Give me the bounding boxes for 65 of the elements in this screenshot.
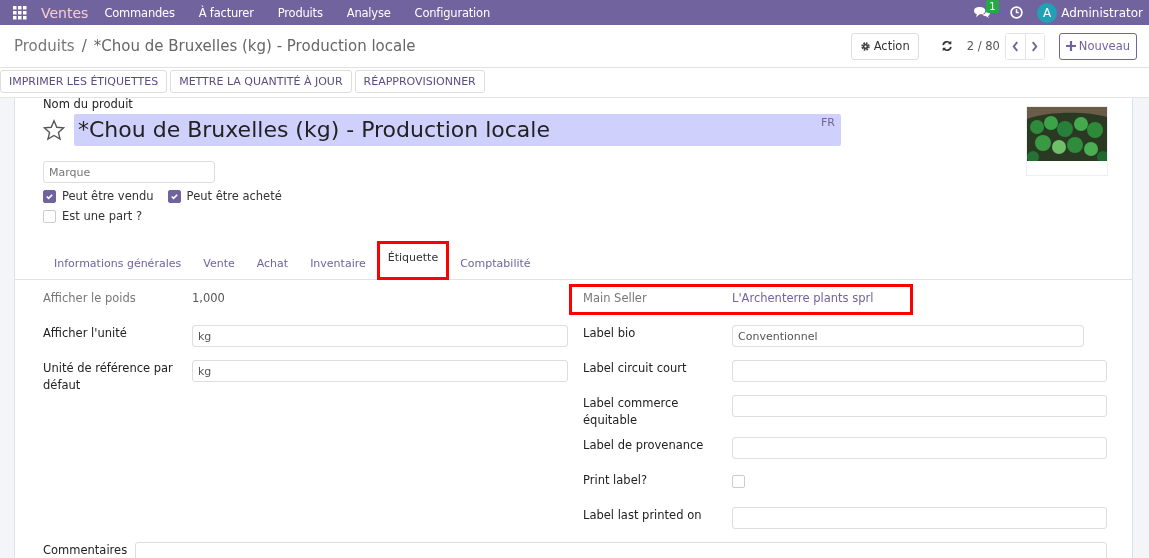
field-value: 1,000 bbox=[192, 290, 225, 307]
checkbox[interactable] bbox=[43, 189, 56, 203]
seller-link[interactable]: L'Archenterre plants sprl bbox=[732, 290, 874, 307]
checkbox-label: Est une part ? bbox=[62, 209, 143, 223]
checkbox-label: Peut être acheté bbox=[186, 189, 282, 203]
app-name[interactable]: Ventes bbox=[41, 4, 89, 21]
checkbox-label: Peut être vendu bbox=[62, 189, 154, 203]
refresh-icon[interactable] bbox=[940, 40, 953, 52]
menu-item[interactable]: À facturer bbox=[198, 5, 254, 20]
tab[interactable]: Achat bbox=[245, 249, 300, 280]
action-button[interactable]: METTRE LA QUANTITÉ À JOUR bbox=[170, 70, 352, 93]
field-label: Afficher l'unité bbox=[43, 325, 128, 342]
input-field[interactable] bbox=[732, 395, 1107, 417]
user-name[interactable]: Administrator bbox=[1061, 5, 1143, 20]
field-label: Nom du produit bbox=[43, 98, 134, 111]
field-label: Label commerce équitable bbox=[583, 395, 680, 429]
brand-field[interactable]: Marque bbox=[43, 161, 215, 183]
input-field[interactable]: kg bbox=[192, 325, 568, 347]
action-button[interactable]: IMPRIMER LES ÉTIQUETTES bbox=[0, 70, 168, 93]
field-label: Label bio bbox=[583, 325, 637, 342]
checkbox[interactable] bbox=[167, 189, 181, 203]
message-count: 1 bbox=[986, 0, 999, 13]
breadcrumb-separator: / bbox=[81, 37, 87, 55]
chevron-right-icon bbox=[1031, 40, 1039, 52]
tab[interactable]: Étiquette bbox=[376, 241, 450, 280]
menu-item[interactable]: Commandes bbox=[104, 5, 175, 20]
action-button[interactable]: RÉAPPROVISIONNER bbox=[354, 70, 485, 93]
star-icon[interactable] bbox=[43, 119, 65, 141]
field-label: Unité de référence par défaut bbox=[43, 360, 174, 394]
menu-item[interactable]: Produits bbox=[277, 5, 323, 20]
plus-icon bbox=[1065, 41, 1076, 51]
tab[interactable]: Vente bbox=[192, 249, 246, 280]
tab[interactable]: Informations générales bbox=[43, 249, 193, 280]
next-button[interactable] bbox=[1024, 33, 1044, 59]
input-field[interactable] bbox=[732, 437, 1107, 459]
input-field[interactable]: kg bbox=[192, 360, 568, 382]
input-field[interactable]: Conventionnel bbox=[732, 325, 1084, 347]
user-avatar[interactable]: A bbox=[1037, 2, 1058, 23]
field-label: Print label? bbox=[583, 472, 649, 489]
check-icon bbox=[169, 191, 179, 201]
chat-icon[interactable] bbox=[973, 6, 991, 19]
field-label: Label last printed on bbox=[583, 507, 703, 524]
menu-item[interactable]: Configuration bbox=[414, 5, 490, 20]
menu-item[interactable]: Analyse bbox=[346, 5, 391, 20]
input-field[interactable] bbox=[732, 360, 1107, 382]
breadcrumb-link[interactable]: Produits bbox=[14, 37, 75, 55]
field-label: Label de provenance bbox=[583, 437, 705, 454]
pager-value: 2 / 80 bbox=[966, 39, 1000, 53]
product-name-field[interactable]: *Chou de Bruxelles (kg) - Production locale FR bbox=[74, 114, 841, 146]
field-label: Main Seller bbox=[583, 290, 648, 307]
chevron-left-icon bbox=[1011, 40, 1019, 52]
field-label: Label circuit court bbox=[583, 360, 688, 377]
new-button[interactable]: Nouveau bbox=[1058, 32, 1137, 60]
clock-icon[interactable] bbox=[1010, 6, 1024, 19]
apps-menu-icon[interactable] bbox=[13, 5, 27, 20]
tab[interactable]: Comptabilité bbox=[449, 249, 542, 280]
tab[interactable]: Inventaire bbox=[299, 249, 377, 280]
action-button[interactable]: Action bbox=[850, 32, 919, 60]
gear-icon bbox=[859, 40, 871, 52]
check-icon bbox=[45, 191, 54, 201]
field-label: Commentaires bbox=[43, 542, 129, 558]
language-tag[interactable]: FR bbox=[821, 114, 841, 130]
input-field[interactable] bbox=[732, 507, 1107, 529]
breadcrumb-current: *Chou de Bruxelles (kg) - Production locale bbox=[93, 37, 416, 55]
field-label: Afficher le poids bbox=[43, 290, 137, 307]
